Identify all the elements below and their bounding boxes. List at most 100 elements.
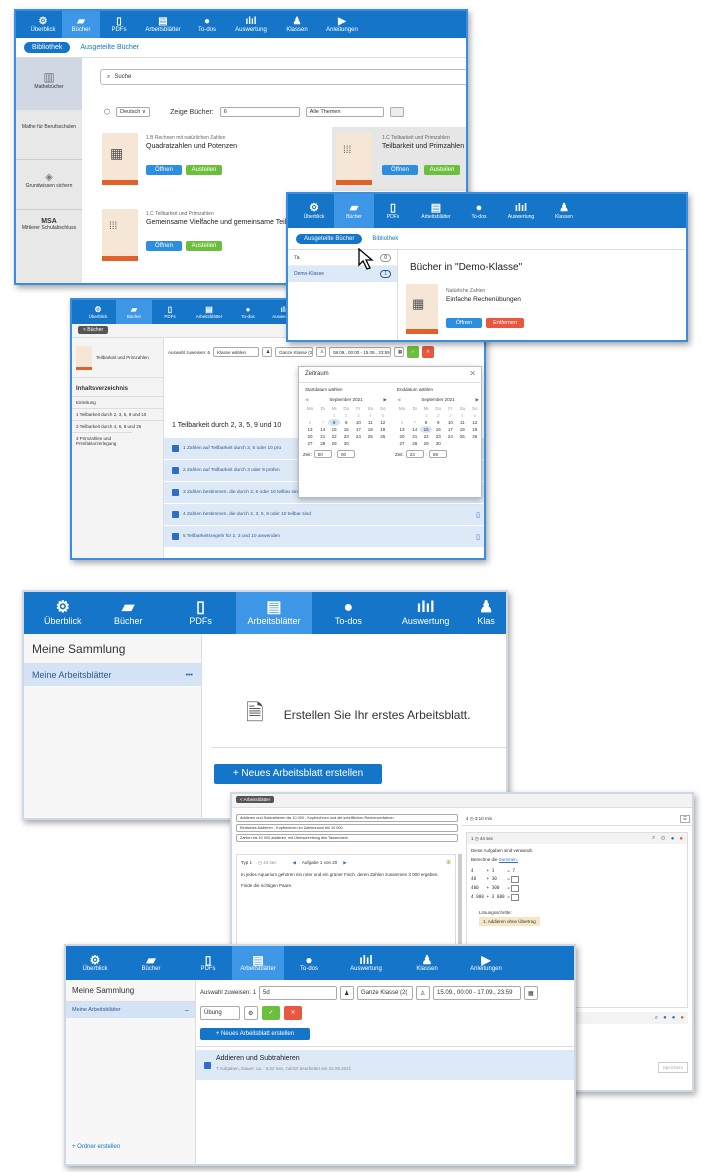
topic-select[interactable]: Addieren und Subtrahieren bis 10 000 - K… (236, 814, 458, 822)
calendar-day[interactable]: 15 (420, 426, 432, 433)
search-box[interactable]: ⌕ Suche (100, 69, 466, 85)
nav-evaluation[interactable]: ılıl Auswertung (498, 194, 544, 228)
open-button[interactable]: Öffnen (146, 241, 182, 251)
tab-lent-books[interactable]: Ausgeteilte Bücher (80, 44, 139, 51)
calendar-day[interactable]: 22 (328, 433, 339, 440)
checkbox[interactable] (172, 489, 179, 496)
lend-button[interactable]: Austeilen (186, 165, 222, 175)
calendar-day[interactable]: 21 (409, 433, 420, 440)
category-vocational[interactable]: Mathe für Berufsschulen (16, 110, 82, 160)
nav-overview[interactable]: ⚙ Überblick (24, 11, 62, 38)
move-down-icon[interactable]: ● (672, 1015, 676, 1021)
exercise-row[interactable]: 4 Zahlen bestimmen, die durch 2, 3, 5, 9… (164, 504, 484, 526)
calendar-day[interactable]: 7 (317, 419, 328, 426)
back-worksheets-button[interactable]: < Arbeitsblätter (236, 796, 275, 803)
cancel-button[interactable]: ✕ (284, 1006, 302, 1020)
calendar-day[interactable]: 18 (364, 426, 376, 433)
checkbox[interactable] (172, 445, 179, 452)
nav-todos[interactable]: ● To-dos (312, 592, 385, 634)
toc-item[interactable]: 1 Teilbarkeit durch 2, 3, 5, 9 und 10 (72, 408, 163, 420)
skill-select[interactable]: Zahlen bis 10 000 addieren, mit Überschr… (236, 834, 458, 842)
tab-library[interactable]: Bibliothek (372, 236, 398, 242)
calendar-day[interactable]: 23 (432, 433, 445, 440)
answer-box[interactable] (510, 894, 519, 901)
remove-icon[interactable]: ● (680, 1015, 684, 1021)
calendar-day[interactable]: 19 (377, 426, 390, 433)
mode-select[interactable]: Übung (200, 1006, 240, 1020)
calendar-day[interactable]: 6 (395, 419, 409, 426)
calendar-day[interactable]: 17 (353, 426, 364, 433)
nav-pdfs[interactable]: ▯ PDFs (184, 946, 232, 980)
calendar-day[interactable]: 16 (432, 426, 445, 433)
nav-worksheets[interactable]: ▤ Arbeitsblätter (236, 592, 312, 634)
confirm-button[interactable]: ✓ (407, 346, 420, 358)
calendar-day[interactable]: 5 (377, 412, 390, 419)
calendar-day[interactable]: 1 (328, 412, 339, 419)
calendar-day[interactable]: 13 (395, 426, 409, 433)
nav-worksheets[interactable]: ▤ Arbeitsblätter (138, 11, 188, 38)
list-view-icon[interactable]: ☰ (679, 814, 690, 823)
more-options-icon[interactable]: ••• (186, 672, 193, 679)
calendar-day[interactable]: 20 (395, 433, 409, 440)
subtopic-select[interactable]: Einfaches Addieren - Kopfrechnen im Zahl… (236, 824, 458, 832)
lend-button[interactable]: Austeilen (424, 165, 460, 175)
back-books-button[interactable]: < Bücher (78, 326, 109, 334)
calendar-day[interactable]: 5 (469, 412, 482, 419)
prev-month-icon[interactable]: ◀ (305, 397, 308, 403)
nav-todos[interactable]: ● To-dos (284, 946, 334, 980)
nav-overview[interactable]: ⚙ Überblick (34, 592, 92, 634)
calendar-day[interactable]: 12 (377, 419, 390, 426)
nav-worksheets[interactable]: ▤ Arbeitsblätter (232, 946, 284, 980)
folder-my-worksheets[interactable]: Meine Arbeitsblätter − (66, 1002, 195, 1018)
nav-overview[interactable]: ⚙ Überblick (294, 194, 334, 228)
calendar-day[interactable]: 8 (328, 419, 340, 426)
nav-todos[interactable]: ● To-dos (460, 194, 498, 228)
nav-classes[interactable]: ♟ Klas (466, 592, 506, 634)
nav-overview[interactable]: ⚙ Überblick (80, 300, 116, 324)
calendar-day[interactable]: 16 (340, 426, 353, 433)
calendar-day[interactable]: 10 (353, 419, 364, 426)
calendar-day[interactable]: 28 (409, 440, 420, 447)
answer-box[interactable] (510, 885, 519, 892)
calendar-day[interactable]: 2 (340, 412, 353, 419)
nav-pdfs[interactable]: ▯ PDFs (100, 11, 138, 38)
calendar-day[interactable]: 29 (420, 440, 431, 447)
calendar-day[interactable]: 2 (432, 412, 445, 419)
category-math[interactable]: ▥ Mathebücher (16, 58, 82, 110)
nav-pdfs[interactable]: ▯ PDFs (152, 300, 188, 324)
calendar-day[interactable]: 30 (432, 440, 445, 447)
nav-guides[interactable]: ▶ Anleitungen (318, 11, 366, 38)
pdf-icon[interactable]: ▯ (476, 511, 480, 519)
calendar-day[interactable]: 22 (420, 433, 431, 440)
close-icon[interactable]: ✕ (469, 369, 476, 378)
checkbox[interactable] (172, 511, 179, 518)
calendar-day[interactable]: 23 (340, 433, 353, 440)
checkbox[interactable] (172, 533, 179, 540)
class-select[interactable]: Klasse wählen (213, 347, 260, 357)
calendar-day[interactable]: 7 (409, 419, 420, 426)
date-range-field[interactable]: 15.09., 00:00 - 17.09., 23:59 (433, 986, 522, 1000)
toc-item[interactable]: 3 Primzahlen und Primfaktorzerlegung (72, 432, 132, 449)
group-icon[interactable]: ♟ (262, 347, 273, 357)
calendar-day[interactable]: 9 (432, 419, 445, 426)
nav-pdfs[interactable]: ▯ PDFs (374, 194, 412, 228)
calendar-day[interactable]: 4 (456, 412, 468, 419)
nav-books[interactable]: ▰ Bücher (62, 11, 100, 38)
next-month-icon[interactable]: ▶ (476, 397, 479, 403)
save-button[interactable]: Speichern (657, 1062, 688, 1073)
calendar-day[interactable]: 29 (328, 440, 339, 447)
prev-task-icon[interactable]: ◀ (292, 860, 295, 866)
calendar-icon[interactable]: ▦ (394, 347, 405, 357)
open-button[interactable]: Öffnen (146, 165, 182, 175)
filter-button[interactable] (389, 107, 404, 117)
cancel-button[interactable]: ✕ (422, 346, 435, 358)
folder-my-worksheets[interactable]: Meine Arbeitsblätter ••• (24, 664, 201, 686)
new-folder-link[interactable]: + Ordner erstellen (72, 1144, 120, 1150)
confirm-button[interactable]: ✓ (262, 1006, 280, 1020)
category-basics[interactable]: ◈ Grundwissen sichern (16, 160, 82, 210)
category-msa[interactable]: MSA Mittlerer Schulabschluss (16, 210, 82, 231)
search-icon[interactable]: ⌕ (652, 835, 655, 842)
calendar-day[interactable]: 27 (303, 440, 317, 447)
nav-evaluation[interactable]: ılıl Auswertung (226, 11, 276, 38)
start-hour-select[interactable]: 00 (313, 450, 332, 458)
